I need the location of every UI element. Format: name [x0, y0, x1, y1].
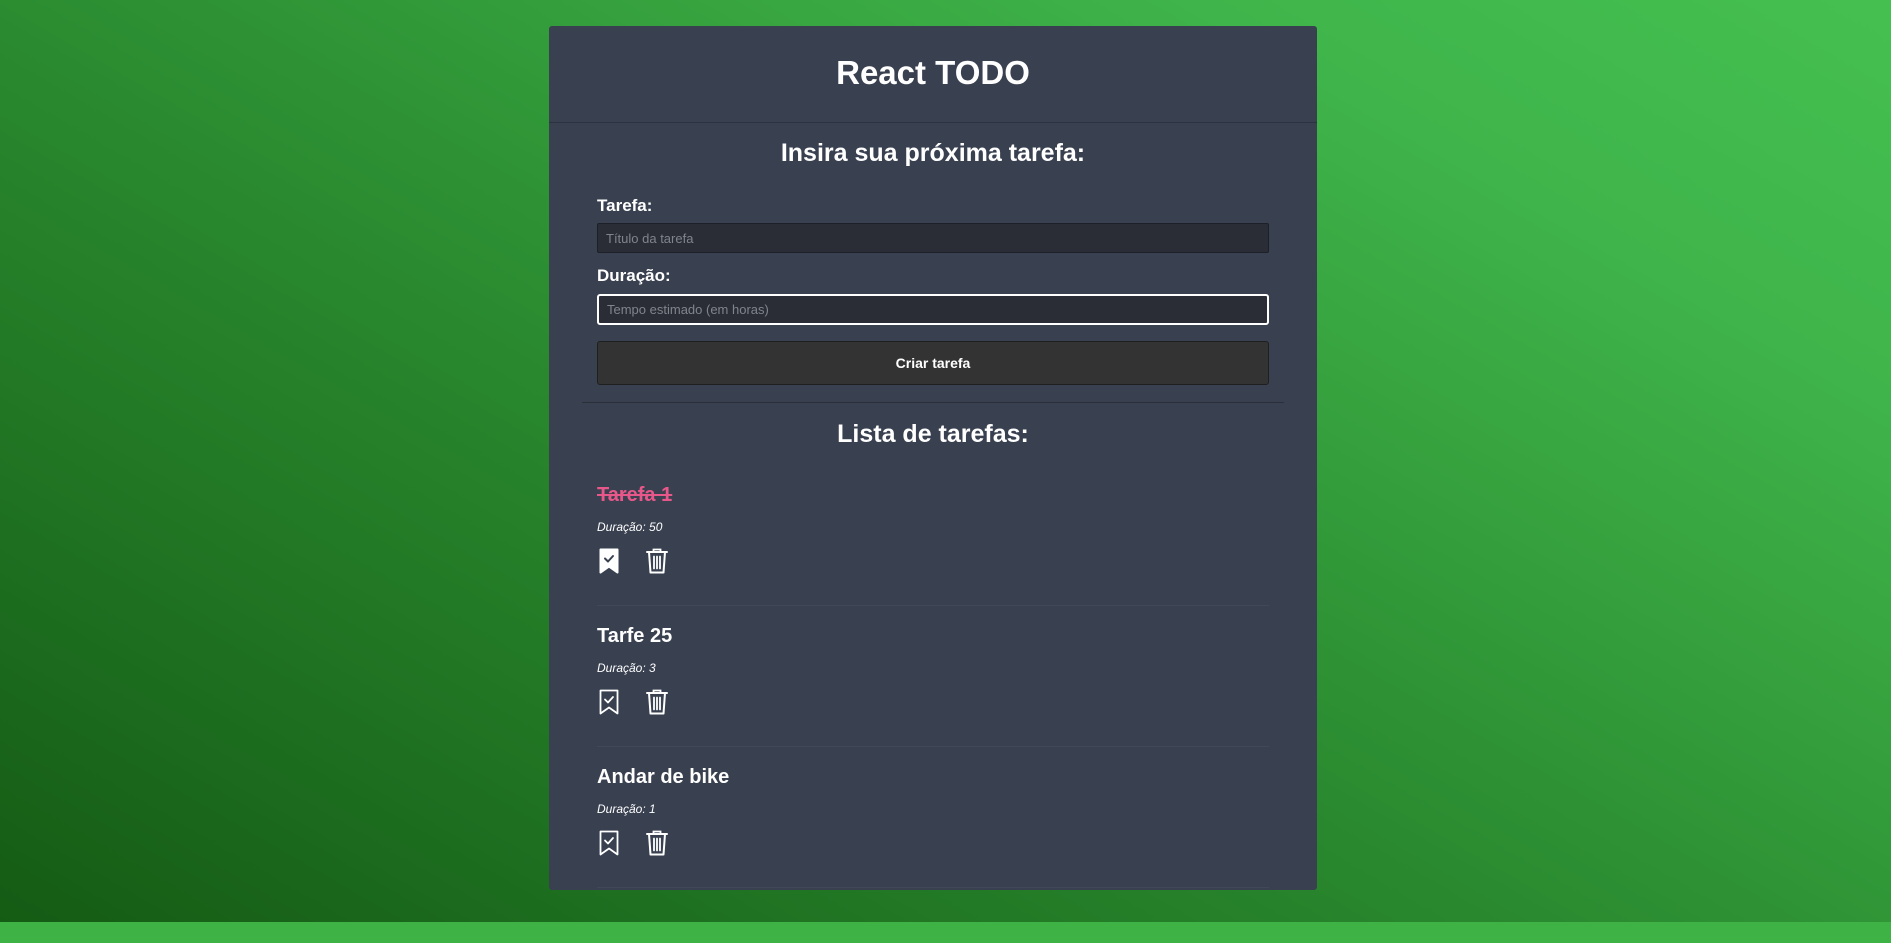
task-form: Insira sua próxima tarefa: Tarefa: Duraç…	[549, 123, 1317, 385]
bookmark-check-filled-icon[interactable]	[597, 548, 621, 574]
duration-input[interactable]	[597, 294, 1269, 325]
task-duration: Duração: 3	[597, 661, 656, 675]
task-item: Andar de bike Duração: 1	[597, 747, 1269, 888]
create-task-button[interactable]: Criar tarefa	[597, 341, 1269, 385]
todo-card: React TODO Insira sua próxima tarefa: Ta…	[549, 26, 1317, 890]
task-actions	[597, 689, 1269, 715]
task-item: Tarfe 25 Duração: 3	[597, 606, 1269, 747]
app-header: React TODO	[549, 26, 1317, 123]
task-title: Tarfe 25	[597, 625, 673, 647]
task-title-input[interactable]	[597, 223, 1269, 253]
app-title: React TODO	[836, 54, 1030, 91]
task-title: Tarefa 1	[597, 484, 673, 506]
trash-icon[interactable]	[645, 689, 669, 715]
task-field-label: Tarefa:	[597, 196, 653, 215]
task-actions	[597, 830, 1269, 856]
task-list: Tarefa 1 Duração: 50 Tarfe 25 Duração: 3…	[549, 465, 1317, 888]
task-item: Tarefa 1 Duração: 50	[597, 465, 1269, 606]
trash-icon[interactable]	[645, 830, 669, 856]
list-heading: Lista de tarefas:	[837, 420, 1029, 448]
page-bottom-strip	[0, 922, 1891, 943]
task-duration: Duração: 1	[597, 802, 656, 816]
task-duration: Duração: 50	[597, 520, 663, 534]
form-heading: Insira sua próxima tarefa:	[780, 139, 1086, 167]
bookmark-check-icon[interactable]	[597, 830, 621, 856]
trash-icon[interactable]	[645, 548, 669, 574]
duration-field-label: Duração:	[597, 266, 671, 285]
bookmark-check-icon[interactable]	[597, 689, 621, 715]
task-title: Andar de bike	[597, 766, 730, 788]
task-actions	[597, 548, 1269, 574]
